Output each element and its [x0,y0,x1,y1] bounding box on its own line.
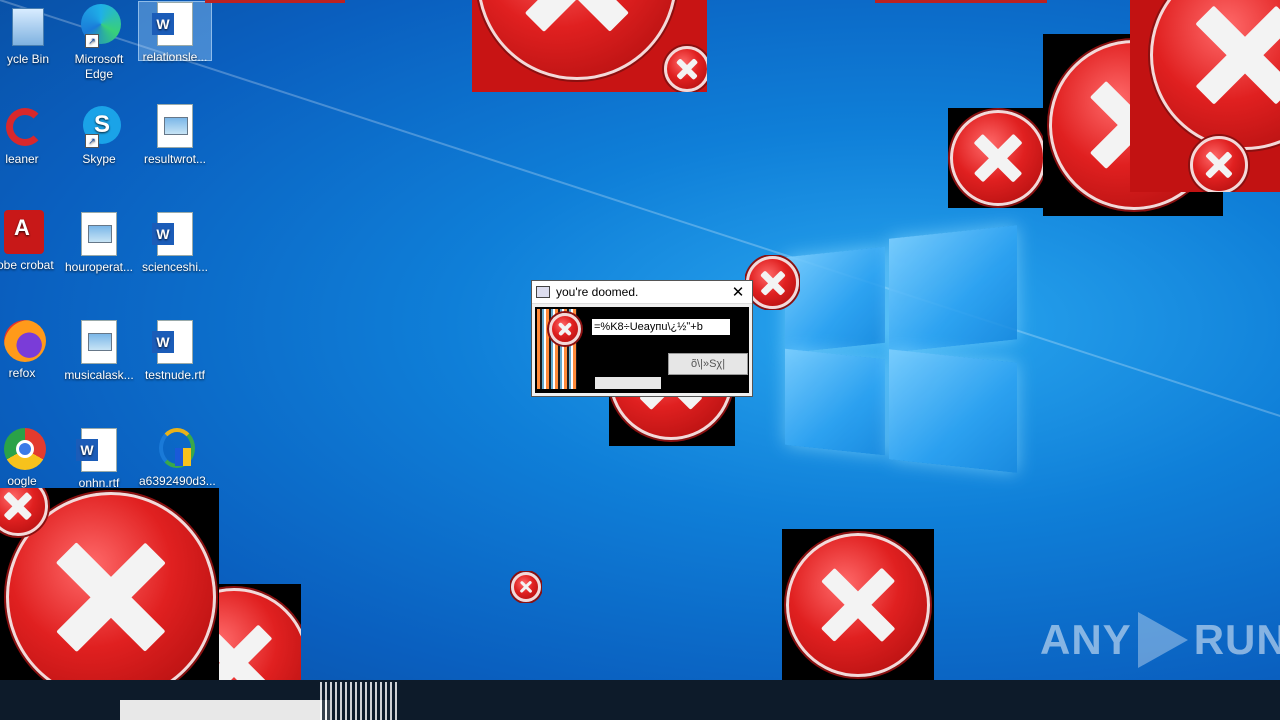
icon-label: houroperat... [64,260,134,274]
desktop-icon-relationsle[interactable]: W relationsle... [138,1,212,64]
icon-label: a6392490d3... [139,474,216,488]
error-artifact-tile [0,488,219,706]
icon-label: Microsoft Edge [74,52,124,81]
error-x-icon [746,256,799,309]
dialog-title: you're doomed. [556,285,639,299]
garbled-message: =%K8÷Uеayпu\¿½ʺ+b [592,319,730,335]
error-x-icon [549,313,581,345]
glitch-strip [875,0,1047,3]
desktop-icon-testnude-rtf[interactable]: W testnude.rtf [139,320,211,383]
word-document-icon: W [76,428,121,472]
error-x-icon [786,533,930,677]
glitch-artifact [595,377,661,389]
error-x-icon [477,0,677,80]
firefox-icon [0,318,46,362]
desktop-icon-resultwrot[interactable]: resultwrot... [139,104,211,167]
app-icon [536,286,550,298]
skype-icon: S ↗ [77,104,121,148]
icon-label: Skype [82,152,116,166]
close-button[interactable]: ✕ [724,283,752,301]
recycle-bin-icon [6,4,50,48]
image-file-icon [77,212,121,256]
desktop-icon-adobe-acrobat[interactable]: A dobe crobat [0,210,58,273]
icon-label: ycle Bin [6,52,50,66]
error-x-icon [609,396,733,440]
word-document-icon: W [152,2,197,46]
error-artifact-tile [472,0,707,92]
icon-label: testnude.rtf [144,368,206,382]
image-file-icon [153,104,197,148]
error-x-icon [1150,0,1280,150]
image-file-icon [77,320,121,364]
desktop-icon-recycle-bin[interactable]: ycle Bin [0,4,64,67]
desktop-icon-onhn-rtf[interactable]: W onhn.rtf [63,428,135,491]
glitch-artifact [320,682,400,720]
error-artifact-tile [1130,0,1280,192]
error-x-icon [950,110,1046,206]
error-artifact-tile [219,584,301,680]
error-x-icon [1190,136,1248,192]
chrome-icon [0,426,46,470]
play-icon [1137,612,1188,668]
icon-label: relationsle... [142,50,208,64]
desktop-icon-ccleaner[interactable]: leaner [0,104,58,167]
error-artifact-tile [745,255,800,310]
error-x-icon [219,588,301,680]
edge-icon: ↗ [77,4,121,48]
icon-label: oogle [7,474,37,488]
windows-logo [785,225,1017,473]
icon-label: musicalask... [64,368,134,382]
anyrun-watermark: ANY RUN [1040,612,1280,668]
desktop-icon-a6392490d3[interactable]: a6392490d3... [139,426,216,489]
watermark-text-right: RUN [1193,616,1280,663]
desktop-icon-google-chrome[interactable]: oogle [0,426,58,489]
error-x-icon [664,46,707,92]
icon-label: scienceshi... [141,260,209,274]
desktop-icon-microsoft-edge[interactable]: ↗ Microsoft Edge [63,4,135,82]
glitch-strip [205,0,345,3]
desktop[interactable]: ycle Bin leaner A dobe crobat refox oogl… [0,0,1280,720]
dialog-titlebar[interactable]: you're doomed. ✕ [532,281,752,304]
icon-label: leaner [5,152,39,166]
installer-icon [153,426,197,470]
desktop-icon-musicalask[interactable]: musicalask... [63,320,135,383]
error-artifact-tile [609,396,735,446]
desktop-icon-scienceshi[interactable]: W scienceshi... [139,212,211,275]
icon-label: dobe crobat [0,258,54,272]
word-document-icon: W [152,320,197,364]
desktop-icon-skype[interactable]: S ↗ Skype [63,104,135,167]
error-artifact-tile [510,571,542,603]
glitch-artifact [120,700,330,720]
watermark-text-left: ANY [1040,616,1132,663]
doomed-dialog[interactable]: you're doomed. ✕ =%K8÷Uеayпu\¿½ʺ+b õ\|»S… [531,280,753,397]
desktop-icon-houroperat[interactable]: houroperat... [63,212,135,275]
error-artifact-tile [782,529,934,680]
word-document-icon: W [152,212,197,256]
error-artifact-tile [948,108,1048,208]
error-x-icon [511,572,541,602]
ccleaner-icon [0,104,44,148]
garbled-ok-button[interactable]: õ\|»Sχ| [668,353,748,375]
icon-label: resultwrot... [143,152,206,166]
dialog-body-glitched: =%K8÷Uеayпu\¿½ʺ+b õ\|»Sχ| [535,307,749,393]
desktop-icon-firefox[interactable]: refox [0,318,58,381]
icon-label: refox [8,366,36,380]
acrobat-icon: A [0,210,44,254]
